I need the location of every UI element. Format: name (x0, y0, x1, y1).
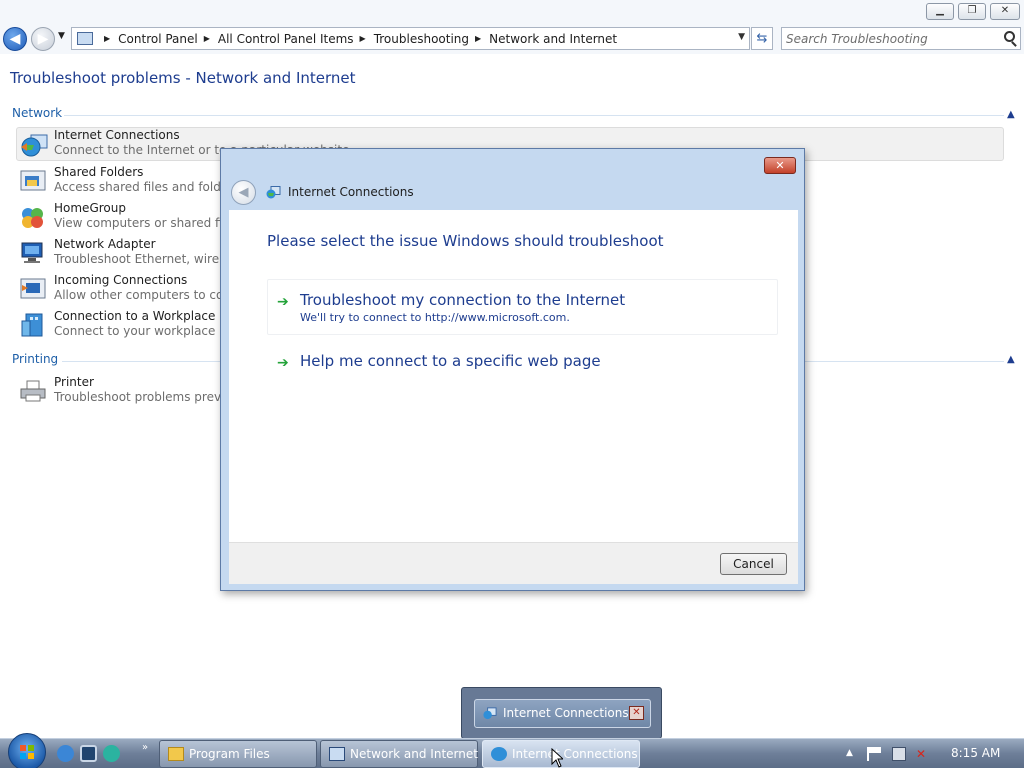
breadcrumb-troubleshooting[interactable]: Troubleshooting (374, 32, 469, 46)
mouse-cursor-icon (551, 748, 563, 768)
dialog-title: Internet Connections (288, 185, 414, 199)
item-description: Troubleshoot Ethernet, wireless, (54, 252, 247, 266)
control-panel-icon (77, 32, 93, 45)
breadcrumb: ▶ Control Panel ▶ All Control Panel Item… (98, 28, 617, 49)
dialog-footer: Cancel (229, 542, 798, 584)
quick-launch-more-icon[interactable]: » (142, 742, 148, 753)
control-panel-icon (329, 747, 345, 761)
taskbar-thumbnail-preview: Internet Connections ✕ (461, 687, 662, 739)
item-description: View computers or shared files i (54, 216, 247, 230)
clock[interactable]: 8:15 AM (951, 746, 1000, 760)
show-hidden-icons[interactable]: ▲ (846, 748, 853, 758)
thumbnail-window[interactable]: Internet Connections ✕ (474, 699, 651, 728)
search-icon[interactable] (1004, 31, 1015, 42)
item-description: Allow other computers to comm (54, 288, 247, 302)
option-title: Troubleshoot my connection to the Intern… (300, 291, 626, 309)
dialog-heading: Please select the issue Windows should t… (267, 232, 664, 250)
breadcrumb-all-items[interactable]: All Control Panel Items (218, 32, 354, 46)
breadcrumb-separator-icon[interactable]: ▶ (104, 34, 110, 43)
internet-explorer-icon[interactable] (57, 745, 74, 762)
action-center-flag-icon[interactable] (867, 747, 881, 761)
taskbar-button-label: Internet Connections (512, 747, 638, 761)
address-dropdown-icon[interactable]: ▼ (738, 32, 745, 42)
cancel-button[interactable]: Cancel (720, 553, 787, 575)
green-arrow-icon: ➔ (277, 355, 289, 371)
forward-arrow-icon: ▶ (37, 31, 49, 47)
network-tray-icon[interactable] (892, 747, 906, 761)
thumbnail-label: Internet Connections (503, 706, 629, 720)
address-bar[interactable]: ▶ Control Panel ▶ All Control Panel Item… (71, 27, 750, 50)
folder-icon (168, 747, 184, 761)
close-icon: ✕ (1000, 5, 1010, 16)
group-divider (64, 115, 1004, 116)
restore-icon: ❐ (967, 5, 977, 16)
collapse-network-icon[interactable]: ▲ (1007, 109, 1015, 120)
item-title: Connection to a Workplace Usin (54, 309, 246, 323)
item-title: Incoming Connections (54, 273, 188, 287)
green-arrow-icon: ➔ (277, 294, 289, 310)
dialog-close-button[interactable]: ✕ (764, 157, 796, 174)
item-title: Shared Folders (54, 165, 144, 179)
internet-connections-icon (491, 747, 507, 761)
taskbar-button-label: Network and Internet (350, 747, 478, 761)
printer-icon (20, 380, 46, 402)
option-connect-web-page[interactable]: ➔ Help me connect to a specific web page (267, 341, 778, 381)
back-button[interactable]: ◀ (3, 27, 27, 51)
refresh-button[interactable]: ⇆ (751, 27, 773, 50)
minimize-icon: ▁ (936, 5, 944, 16)
maximize-button[interactable]: ❐ (958, 3, 986, 20)
item-title: Network Adapter (54, 237, 156, 251)
minimize-button[interactable]: ▁ (926, 3, 954, 20)
taskbar: » Program Files Network and Internet Int… (0, 733, 1024, 768)
search-box[interactable] (781, 27, 1021, 50)
media-player-icon[interactable] (103, 745, 120, 762)
thumbnail-close-icon[interactable]: ✕ (629, 706, 644, 720)
recent-pages-dropdown[interactable]: ▼ (58, 31, 65, 41)
dialog-back-button[interactable]: ◀ (231, 180, 256, 205)
option-description: We'll try to connect to http://www.micro… (300, 311, 570, 324)
close-button[interactable]: ✕ (990, 3, 1020, 20)
group-heading-network: Network (12, 106, 63, 120)
item-title: Printer (54, 375, 94, 389)
network-adapter-icon (21, 242, 43, 263)
taskbar-button-program-files[interactable]: Program Files (159, 740, 317, 768)
option-troubleshoot-connection[interactable]: ➔ Troubleshoot my connection to the Inte… (267, 279, 778, 335)
windows-logo-icon (20, 745, 34, 759)
breadcrumb-control-panel[interactable]: Control Panel (118, 32, 198, 46)
breadcrumb-network-and-internet[interactable]: Network and Internet (489, 32, 617, 46)
dialog-body: Please select the issue Windows should t… (229, 210, 798, 542)
start-button[interactable] (8, 733, 46, 768)
search-input[interactable] (786, 30, 996, 47)
item-title: Internet Connections (54, 128, 180, 142)
taskbar-button-network-and-internet[interactable]: Network and Internet (320, 740, 478, 768)
forward-button[interactable]: ▶ (31, 27, 55, 51)
back-arrow-icon: ◀ (9, 31, 21, 47)
collapse-printing-icon[interactable]: ▲ (1007, 354, 1015, 365)
refresh-icon: ⇆ (756, 31, 768, 46)
item-description: Troubleshoot problems prevent (54, 390, 241, 404)
incoming-connections-icon (20, 278, 46, 299)
show-desktop-icon[interactable] (80, 745, 97, 762)
homegroup-icon (22, 208, 43, 228)
page-title: Troubleshoot problems - Network and Inte… (10, 69, 356, 87)
internet-connections-icon (266, 186, 281, 199)
breadcrumb-separator-icon[interactable]: ▶ (475, 34, 481, 43)
internet-connections-icon (483, 707, 497, 720)
window-titlebar: ▁ ❐ ✕ (0, 0, 1024, 24)
breadcrumb-separator-icon[interactable]: ▶ (360, 34, 366, 43)
back-arrow-icon: ◀ (238, 185, 249, 200)
close-icon: ✕ (775, 159, 785, 172)
workplace-building-icon (21, 313, 43, 337)
shared-folders-icon (20, 170, 46, 191)
troubleshooter-dialog: ✕ ◀ Internet Connections Please select t… (220, 148, 805, 591)
taskbar-button-label: Program Files (189, 747, 270, 761)
group-heading-printing: Printing (12, 352, 59, 366)
globe-connection-icon (21, 134, 48, 157)
navigation-bar: ◀ ▶ ▼ ▶ Control Panel ▶ All Control Pane… (0, 24, 1024, 54)
option-title: Help me connect to a specific web page (300, 352, 601, 370)
breadcrumb-separator-icon[interactable]: ▶ (204, 34, 210, 43)
volume-muted-icon[interactable]: ✕ (916, 747, 930, 761)
item-title: HomeGroup (54, 201, 126, 215)
